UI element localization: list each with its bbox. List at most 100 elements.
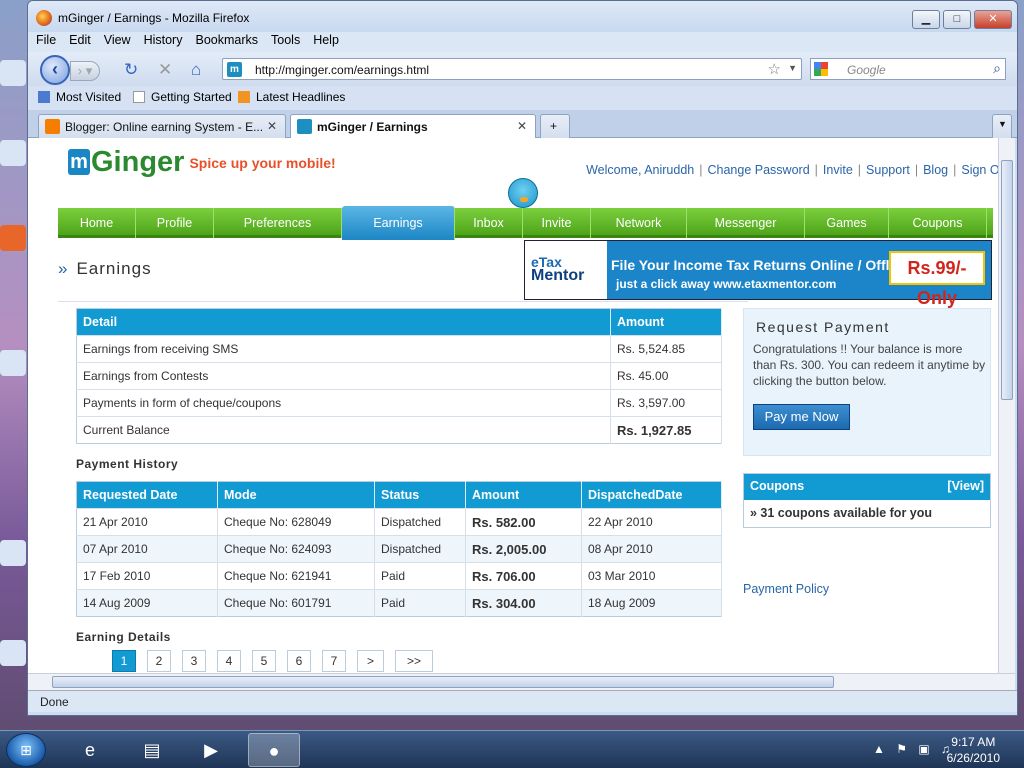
nav-games[interactable]: Games — [805, 208, 889, 238]
page-2-button[interactable]: 2 — [147, 650, 171, 672]
table-row: Earnings from Contests Rs. 45.00 — [76, 362, 722, 390]
search-icon[interactable]: ⌕ — [993, 60, 1001, 77]
menu-tools[interactable]: Tools — [263, 32, 305, 47]
nav-network[interactable]: Network — [591, 208, 687, 238]
tab-list-button[interactable]: ▼ — [992, 114, 1012, 138]
tab-blogger[interactable]: Blogger: Online earning System - E... ✕ — [38, 114, 286, 138]
detail-cell: Payments in form of cheque/coupons — [76, 389, 611, 417]
tab-mginger[interactable]: mGinger / Earnings ✕ — [290, 114, 536, 139]
search-bar[interactable]: Google ⌕ — [810, 58, 1006, 80]
nav-messenger[interactable]: Messenger — [687, 208, 805, 238]
main-nav: Home Profile Preferences Earnings Inbox … — [58, 206, 993, 240]
menu-help[interactable]: Help — [305, 32, 344, 47]
bookmark-getting-started[interactable]: Getting Started — [133, 90, 232, 104]
bookmark-latest-headlines[interactable]: Latest Headlines — [238, 90, 345, 104]
desktop-icon[interactable] — [0, 225, 30, 253]
mginger-logo[interactable]: m Ginger Spice up your mobile! — [68, 146, 336, 179]
back-button[interactable]: ‹ — [40, 55, 70, 85]
bookmark-label: Latest Headlines — [256, 90, 346, 104]
menu-edit[interactable]: Edit — [61, 32, 96, 47]
close-button[interactable]: ✕ — [974, 10, 1012, 29]
menu-bookmarks[interactable]: Bookmarks — [187, 32, 263, 47]
nav-profile[interactable]: Profile — [136, 208, 214, 238]
tab-close-icon[interactable]: ✕ — [267, 119, 277, 133]
rss-icon — [238, 91, 250, 103]
desktop-icon[interactable] — [0, 540, 30, 568]
horizontal-scrollbar[interactable] — [28, 673, 1015, 690]
clock[interactable]: 9:17 AM 6/26/2010 — [947, 734, 1000, 766]
menu-file[interactable]: File — [28, 32, 61, 47]
support-link[interactable]: Support — [866, 163, 910, 177]
page-1-button[interactable]: 1 — [112, 650, 136, 672]
forward-button[interactable]: › ▾ — [70, 61, 100, 81]
google-icon[interactable] — [814, 62, 828, 76]
coupons-view-link[interactable]: [View] — [947, 479, 984, 493]
bookmark-star-icon[interactable]: ☆ — [768, 60, 781, 78]
tab-close-icon[interactable]: ✕ — [517, 119, 527, 133]
reload-icon[interactable]: ↻ — [124, 61, 138, 78]
table-row: 14 Aug 2009 Cheque No: 601791 Paid Rs. 304.… — [76, 589, 722, 617]
pay-me-now-button[interactable]: Pay me Now — [753, 404, 850, 430]
site-favicon: m — [227, 62, 242, 77]
start-button[interactable]: ⊞ — [6, 733, 46, 767]
page-7-button[interactable]: 7 — [322, 650, 346, 672]
dispatched-date-cell: 18 Aug 2009 — [581, 589, 722, 617]
desktop-icon-glyph — [0, 140, 26, 166]
requested-date-cell: 14 Aug 2009 — [76, 589, 218, 617]
invite-link[interactable]: Invite — [823, 163, 853, 177]
table-row: 07 Apr 2010 Cheque No: 624093 Dispatched Rs… — [76, 535, 722, 563]
mode-cell: Cheque No: 601791 — [217, 589, 375, 617]
title-mark: » — [58, 259, 69, 278]
page-6-button[interactable]: 6 — [287, 650, 311, 672]
nav-invite[interactable]: Invite — [523, 208, 591, 238]
blogger-icon — [45, 119, 60, 134]
nav-inbox[interactable]: Inbox — [455, 208, 523, 238]
desktop-icon[interactable] — [0, 60, 30, 88]
nav-preferences[interactable]: Preferences — [214, 208, 342, 238]
internet-explorer-icon[interactable]: e — [64, 733, 116, 767]
last-page-button[interactable]: >> — [395, 650, 433, 672]
system-tray-icons[interactable]: ▲ ⚑ ▣ ♫ — [873, 742, 954, 756]
menu-view[interactable]: View — [96, 32, 136, 47]
table-row: 17 Feb 2010 Cheque No: 621941 Paid Rs. 706.… — [76, 562, 722, 590]
minimize-button[interactable]: ▁ — [912, 10, 940, 29]
sign-out-link[interactable]: Sign Out — [961, 163, 998, 177]
url-bar[interactable]: m http://mginger.com/earnings.html ☆ ▼ — [222, 58, 802, 80]
media-player-icon[interactable]: ▶ — [185, 733, 237, 767]
scroll-thumb[interactable] — [1001, 160, 1013, 400]
nav-coupons[interactable]: Coupons — [889, 208, 987, 238]
account-links: Welcome, Aniruddh | Change Password | Invite… — [586, 163, 998, 177]
new-tab-button[interactable]: + — [540, 114, 570, 138]
page-4-button[interactable]: 4 — [217, 650, 241, 672]
blog-link[interactable]: Blog — [923, 163, 948, 177]
desktop-icon[interactable] — [0, 350, 30, 378]
scroll-thumb[interactable] — [52, 676, 834, 688]
firefox-taskbar-icon[interactable]: ● — [248, 733, 300, 767]
change-password-link[interactable]: Change Password — [708, 163, 810, 177]
desktop-icon[interactable] — [0, 140, 30, 168]
firefox-icon — [36, 10, 52, 26]
next-page-button[interactable]: > — [357, 650, 384, 672]
page-3-button[interactable]: 3 — [182, 650, 206, 672]
welcome-link[interactable]: Welcome, Aniruddh — [586, 163, 694, 177]
col-mode: Mode — [217, 481, 375, 509]
bookmark-most-visited[interactable]: Most Visited — [38, 90, 121, 104]
col-amount: Amount — [465, 481, 582, 509]
payment-policy-link[interactable]: Payment Policy — [743, 582, 829, 596]
tab-strip: Blogger: Online earning System - E... ✕ … — [28, 110, 1017, 139]
stop-icon[interactable]: ✕ — [158, 61, 172, 78]
nav-earnings[interactable]: Earnings — [342, 206, 455, 240]
desktop-icon[interactable] — [0, 640, 30, 668]
home-icon[interactable]: ⌂ — [191, 61, 201, 78]
folder-icon[interactable]: ▤ — [126, 733, 178, 767]
page-5-button[interactable]: 5 — [252, 650, 276, 672]
maximize-button[interactable]: □ — [943, 10, 971, 29]
vertical-scrollbar[interactable] — [998, 138, 1015, 673]
menu-history[interactable]: History — [136, 32, 188, 47]
title-bar[interactable]: mGinger / Earnings - Mozilla Firefox ▁ □… — [28, 1, 1017, 33]
nav-home[interactable]: Home — [58, 208, 136, 238]
url-dropdown-icon[interactable]: ▼ — [788, 63, 797, 73]
etaxmentor-banner-ad[interactable]: eTax Mentor File Your Income Tax Returns … — [524, 240, 992, 308]
amount-cell: Rs. 2,005.00 — [465, 535, 582, 563]
ad-brand: eTax Mentor — [531, 255, 584, 284]
